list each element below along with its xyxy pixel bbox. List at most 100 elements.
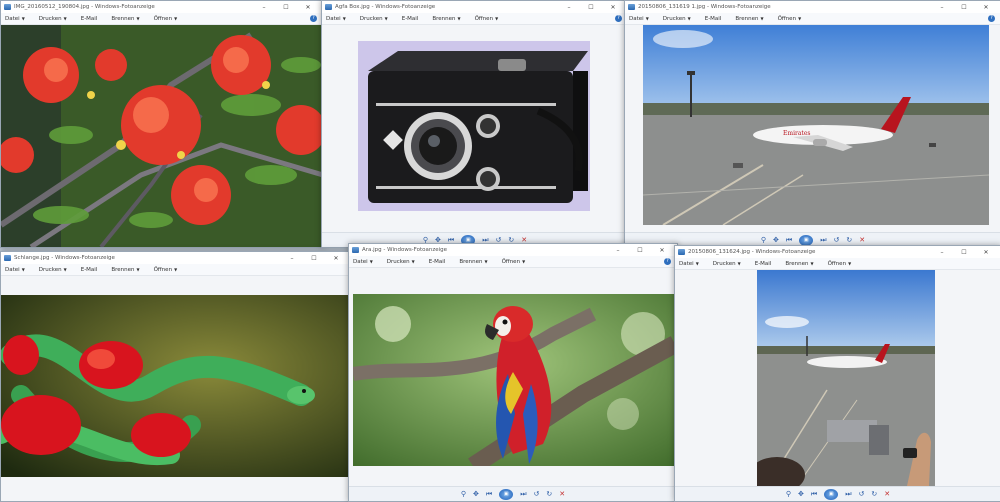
viewer-toolbar: ⚲ ✥ ⏮ ▣ ⏭ ↺ ↻ ✕ <box>675 486 1000 501</box>
menu-oeffnen[interactable]: Öffnen ▼ <box>475 16 499 22</box>
minimize-icon[interactable]: – <box>607 247 629 254</box>
agfa-box-camera-photo <box>358 41 590 211</box>
close-icon[interactable]: ✕ <box>325 255 347 262</box>
menu-oeffnen[interactable]: Öffnen ▼ <box>778 16 802 22</box>
menu-drucken[interactable]: Drucken ▼ <box>663 16 691 22</box>
slideshow-button[interactable]: ▣ <box>824 488 839 500</box>
menu-oeffnen[interactable]: Öffnen ▼ <box>154 16 178 22</box>
photo-viewer-app-icon <box>325 4 332 10</box>
photo-viewer-window-agfa-box[interactable]: Agfa Box.jpg - Windows-Fotoanzeige – ☐ ✕… <box>321 0 629 248</box>
photo-viewer-app-icon <box>628 4 635 10</box>
rotate-left-icon[interactable]: ↺ <box>534 490 540 498</box>
menu-bar: Datei ▼ Drucken ▼ E-Mail Brennen ▼ Öffnen ▼ … <box>625 13 1000 25</box>
photo-viewer-window-airport-view[interactable]: 20150806_131624.jpg - Windows-Fotoanzeig… <box>674 245 1000 502</box>
help-icon[interactable]: ? <box>988 15 995 22</box>
maximize-icon[interactable]: ☐ <box>580 4 602 11</box>
maximize-icon[interactable]: ☐ <box>953 4 975 11</box>
title-bar[interactable]: Ara.jpg - Windows-Fotoanzeige – ☐ ✕ <box>349 244 677 256</box>
close-icon[interactable]: ✕ <box>975 249 997 256</box>
menu-datei[interactable]: Datei ▼ <box>5 16 25 22</box>
menu-brennen[interactable]: Brennen ▼ <box>785 261 813 267</box>
delete-icon[interactable]: ✕ <box>884 490 890 498</box>
menu-drucken[interactable]: Drucken ▼ <box>39 16 67 22</box>
photo-viewer-window-flowers[interactable]: IMG_20160512_190804.jpg - Windows-Fotoan… <box>0 0 324 248</box>
menu-brennen[interactable]: Brennen ▼ <box>735 16 763 22</box>
menu-brennen[interactable]: Brennen ▼ <box>432 16 460 22</box>
delete-icon[interactable]: ✕ <box>859 236 865 244</box>
zoom-icon[interactable]: ⚲ <box>461 490 466 498</box>
menu-datei[interactable]: Datei ▼ <box>679 261 699 267</box>
title-bar[interactable]: Schlange.jpg - Windows-Fotoanzeige – ☐ ✕ <box>1 252 351 264</box>
rotate-left-icon[interactable]: ↺ <box>834 236 840 244</box>
menu-email[interactable]: E-Mail <box>429 259 446 265</box>
help-icon[interactable]: ? <box>664 258 671 265</box>
close-icon[interactable]: ✕ <box>975 4 997 11</box>
previous-icon[interactable]: ⏮ <box>811 490 817 499</box>
rotate-right-icon[interactable]: ↻ <box>871 490 877 498</box>
menu-datei[interactable]: Datei ▼ <box>353 259 373 265</box>
menu-email[interactable]: E-Mail <box>81 16 98 22</box>
help-icon[interactable]: ? <box>310 15 317 22</box>
title-bar[interactable]: 20150806_131624.jpg - Windows-Fotoanzeig… <box>675 246 1000 258</box>
menu-email[interactable]: E-Mail <box>81 267 98 273</box>
zoom-icon[interactable]: ⚲ <box>786 490 791 498</box>
maximize-icon[interactable]: ☐ <box>275 4 297 11</box>
maximize-icon[interactable]: ☐ <box>629 247 651 254</box>
delete-icon[interactable]: ✕ <box>559 490 565 498</box>
fit-to-window-icon[interactable]: ✥ <box>473 490 479 498</box>
maximize-icon[interactable]: ☐ <box>953 249 975 256</box>
minimize-icon[interactable]: – <box>931 249 953 256</box>
slideshow-button[interactable]: ▣ <box>799 234 814 246</box>
photo-viewer-window-macaw[interactable]: Ara.jpg - Windows-Fotoanzeige – ☐ ✕ Date… <box>348 243 678 502</box>
menu-drucken[interactable]: Drucken ▼ <box>39 267 67 273</box>
menu-datei[interactable]: Datei ▼ <box>326 16 346 22</box>
rotate-right-icon[interactable]: ↻ <box>546 490 552 498</box>
close-icon[interactable]: ✕ <box>297 4 319 11</box>
menu-brennen[interactable]: Brennen ▼ <box>111 16 139 22</box>
menu-email[interactable]: E-Mail <box>402 16 419 22</box>
menu-oeffnen[interactable]: Öffnen ▼ <box>154 267 178 273</box>
menu-drucken[interactable]: Drucken ▼ <box>713 261 741 267</box>
minimize-icon[interactable]: – <box>558 4 580 11</box>
rotate-left-icon[interactable]: ↺ <box>859 490 865 498</box>
menu-datei[interactable]: Datei ▼ <box>5 267 25 273</box>
minimize-icon[interactable]: – <box>931 4 953 11</box>
next-icon[interactable]: ⏭ <box>845 490 851 499</box>
photo-viewer-app-icon <box>678 249 685 255</box>
menu-email[interactable]: E-Mail <box>755 261 772 267</box>
previous-icon[interactable]: ⏮ <box>786 236 792 245</box>
fit-to-window-icon[interactable]: ✥ <box>773 236 779 244</box>
menu-bar: Datei ▼ Drucken ▼ E-Mail Brennen ▼ Öffnen ▼ <box>675 258 1000 270</box>
photo-viewer-window-airplane[interactable]: 20150806_131619 1.jpg - Windows-Fotoanze… <box>624 0 1000 248</box>
menu-oeffnen[interactable]: Öffnen ▼ <box>828 261 852 267</box>
menu-drucken[interactable]: Drucken ▼ <box>360 16 388 22</box>
previous-icon[interactable]: ⏮ <box>486 490 492 499</box>
maximize-icon[interactable]: ☐ <box>303 255 325 262</box>
menu-email[interactable]: E-Mail <box>705 16 722 22</box>
close-icon[interactable]: ✕ <box>651 247 673 254</box>
menu-brennen[interactable]: Brennen ▼ <box>459 259 487 265</box>
minimize-icon[interactable]: – <box>253 4 275 11</box>
minimize-icon[interactable]: – <box>281 255 303 262</box>
help-icon[interactable]: ? <box>615 15 622 22</box>
menu-datei[interactable]: Datei ▼ <box>629 16 649 22</box>
menu-oeffnen[interactable]: Öffnen ▼ <box>502 259 526 265</box>
next-icon[interactable]: ⏭ <box>820 236 826 245</box>
title-bar[interactable]: Agfa Box.jpg - Windows-Fotoanzeige – ☐ ✕ <box>322 1 628 13</box>
image-view-area <box>322 25 628 233</box>
next-icon[interactable]: ⏭ <box>520 490 526 499</box>
menu-brennen[interactable]: Brennen ▼ <box>111 267 139 273</box>
title-bar[interactable]: 20150806_131619 1.jpg - Windows-Fotoanze… <box>625 1 1000 13</box>
slideshow-button[interactable]: ▣ <box>499 488 514 500</box>
menu-drucken[interactable]: Drucken ▼ <box>387 259 415 265</box>
rotate-right-icon[interactable]: ↻ <box>846 236 852 244</box>
photo-viewer-window-snake[interactable]: Schlange.jpg - Windows-Fotoanzeige – ☐ ✕… <box>0 251 352 502</box>
close-icon[interactable]: ✕ <box>602 4 624 11</box>
window-title: Agfa Box.jpg - Windows-Fotoanzeige <box>335 4 436 10</box>
title-bar[interactable]: IMG_20160512_190804.jpg - Windows-Fotoan… <box>1 1 323 13</box>
window-title: IMG_20160512_190804.jpg - Windows-Fotoan… <box>14 4 155 10</box>
zoom-icon[interactable]: ⚲ <box>761 236 766 244</box>
fit-to-window-icon[interactable]: ✥ <box>798 490 804 498</box>
airport-view-photo <box>757 270 935 486</box>
menu-bar: Datei ▼ Drucken ▼ E-Mail Brennen ▼ Öffnen ▼ … <box>1 13 323 25</box>
